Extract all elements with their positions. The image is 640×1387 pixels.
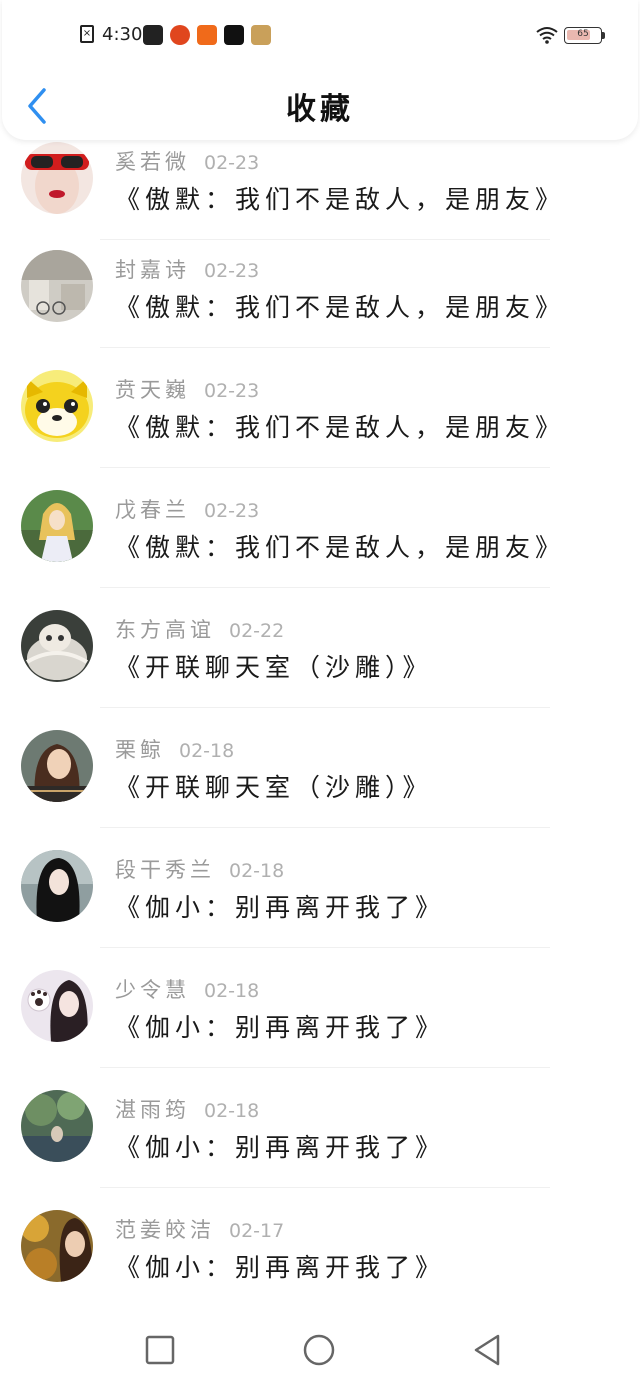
avatar[interactable] (21, 1090, 93, 1162)
item-date: 02-23 (204, 380, 260, 402)
avatar[interactable] (21, 970, 93, 1042)
search-app-icon (143, 25, 163, 45)
list-item[interactable]: 栗鲸 02-18 《开联聊天室（沙雕）》 (0, 708, 640, 828)
favorites-list[interactable]: 奚若微 02-23 《傲默：我们不是敌人，是朋友》 封嘉诗 02-23 《傲默：我们… (0, 0, 640, 1305)
triangle-back-icon (474, 1334, 500, 1366)
item-date: 02-23 (204, 152, 260, 174)
item-title[interactable]: 《傲默：我们不是敌人，是朋友》 (115, 408, 565, 444)
user-name: 少令慧 (115, 978, 190, 1002)
avatar[interactable] (21, 490, 93, 562)
list-item[interactable]: 少令慧 02-18 《伽小：别再离开我了》 (0, 948, 640, 1068)
pumpkin-app-icon (170, 25, 190, 45)
item-title[interactable]: 《开联聊天室（沙雕）》 (115, 768, 433, 804)
battery-level: 65 (577, 29, 589, 39)
system-nav-bar (0, 1305, 640, 1387)
item-date: 02-22 (229, 620, 285, 642)
game-app-icon (251, 25, 271, 45)
status-time: 4:30 (102, 24, 143, 45)
item-title[interactable]: 《傲默：我们不是敌人，是朋友》 (115, 528, 565, 564)
avatar[interactable] (21, 730, 93, 802)
user-name: 戊春兰 (115, 498, 190, 522)
user-name: 范姜皎洁 (115, 1218, 215, 1242)
avatar[interactable] (21, 610, 93, 682)
item-title[interactable]: 《伽小：别再离开我了》 (115, 1008, 445, 1044)
sim-card-icon: × (80, 25, 94, 43)
video-app-icon (224, 25, 244, 45)
item-meta: 少令慧 02-18 (115, 974, 259, 1002)
back-nav-button[interactable] (470, 1333, 504, 1367)
item-title[interactable]: 《伽小：别再离开我了》 (115, 1128, 445, 1164)
user-name: 封嘉诗 (115, 258, 190, 282)
item-date: 02-17 (229, 1220, 285, 1242)
user-name: 栗鲸 (115, 738, 165, 762)
avatar[interactable] (21, 370, 93, 442)
circle-icon (303, 1334, 335, 1366)
avatar[interactable] (21, 1210, 93, 1282)
list-item[interactable]: 范姜皎洁 02-17 《伽小：别再离开我了》 (0, 1188, 640, 1305)
item-meta: 范姜皎洁 02-17 (115, 1214, 284, 1242)
item-title[interactable]: 《开联聊天室（沙雕）》 (115, 648, 433, 684)
item-title[interactable]: 《傲默：我们不是敌人，是朋友》 (115, 288, 565, 324)
item-meta: 东方高谊 02-22 (115, 614, 284, 642)
battery-icon: 65 (564, 27, 602, 44)
item-meta: 段干秀兰 02-18 (115, 854, 284, 882)
list-item[interactable]: 封嘉诗 02-23 《傲默：我们不是敌人，是朋友》 (0, 228, 640, 348)
wifi-icon (536, 27, 558, 44)
page-title: 收藏 (286, 92, 354, 127)
item-date: 02-18 (204, 1100, 260, 1122)
home-button[interactable] (302, 1333, 336, 1367)
item-date: 02-23 (204, 500, 260, 522)
list-item[interactable]: 戊春兰 02-23 《傲默：我们不是敌人，是朋友》 (0, 468, 640, 588)
recent-apps-button[interactable] (143, 1333, 177, 1367)
item-date: 02-23 (204, 260, 260, 282)
status-bar: × 4:30 65 (2, 0, 638, 70)
item-meta: 奚若微 02-23 (115, 146, 259, 174)
list-item[interactable]: 段干秀兰 02-18 《伽小：别再离开我了》 (0, 828, 640, 948)
list-item[interactable]: 东方高谊 02-22 《开联聊天室（沙雕）》 (0, 588, 640, 708)
item-title[interactable]: 《伽小：别再离开我了》 (115, 1248, 445, 1284)
item-date: 02-18 (204, 980, 260, 1002)
user-name: 奚若微 (115, 150, 190, 174)
item-date: 02-18 (179, 740, 235, 762)
item-meta: 封嘉诗 02-23 (115, 254, 259, 282)
top-header: × 4:30 65 收藏 (2, 0, 638, 140)
avatar[interactable] (21, 850, 93, 922)
item-date: 02-18 (229, 860, 285, 882)
avatar[interactable] (21, 142, 93, 214)
item-title[interactable]: 《傲默：我们不是敌人，是朋友》 (115, 180, 565, 216)
user-name: 东方高谊 (115, 618, 215, 642)
list-item[interactable]: 贲天巍 02-23 《傲默：我们不是敌人，是朋友》 (0, 348, 640, 468)
item-meta: 湛雨筠 02-18 (115, 1094, 259, 1122)
user-name: 贲天巍 (115, 378, 190, 402)
item-meta: 栗鲸 02-18 (115, 734, 234, 762)
user-name: 段干秀兰 (115, 858, 215, 882)
user-name: 湛雨筠 (115, 1098, 190, 1122)
item-meta: 戊春兰 02-23 (115, 494, 259, 522)
item-title[interactable]: 《伽小：别再离开我了》 (115, 888, 445, 924)
orange-app-icon (197, 25, 217, 45)
battery-tip (602, 32, 605, 39)
list-item[interactable]: 湛雨筠 02-18 《伽小：别再离开我了》 (0, 1068, 640, 1188)
avatar[interactable] (21, 250, 93, 322)
item-meta: 贲天巍 02-23 (115, 374, 259, 402)
square-icon (145, 1335, 175, 1365)
